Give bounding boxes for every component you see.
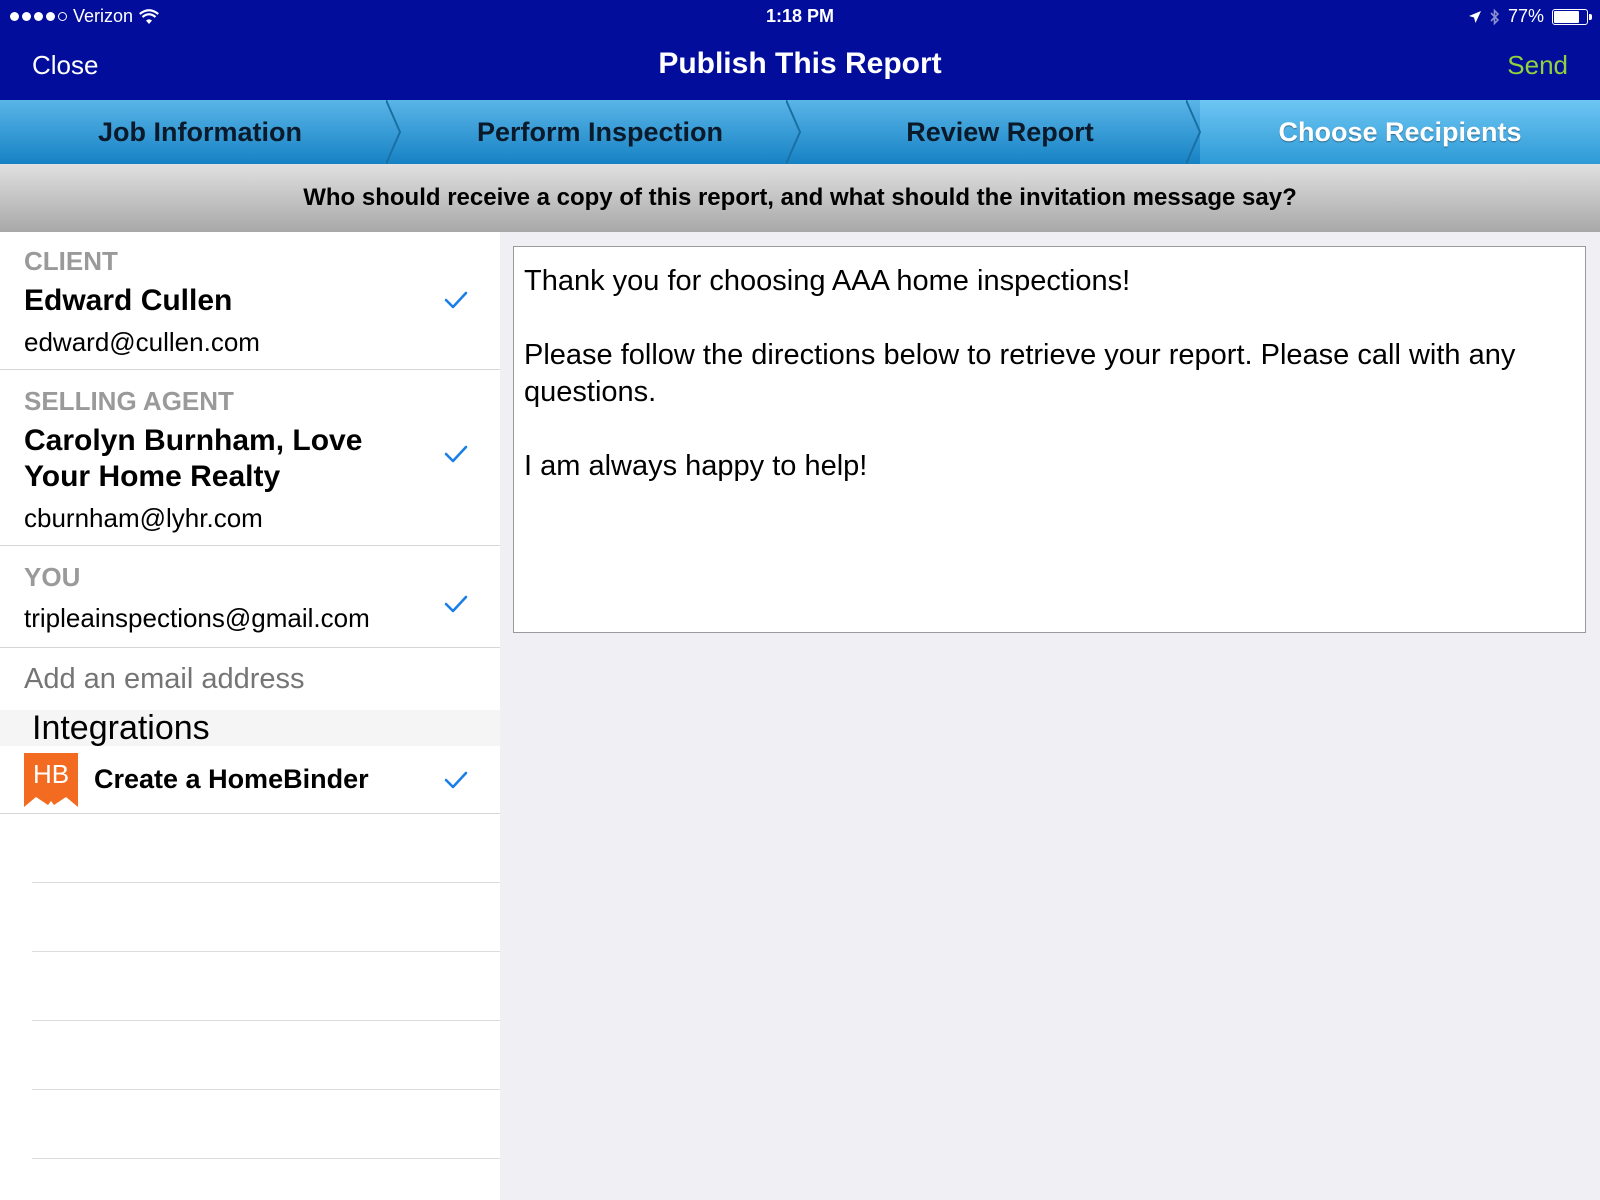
recipient-email: tripleainspections@gmail.com — [24, 603, 370, 633]
recipient-you[interactable]: YOU tripleainspections@gmail.com — [0, 546, 500, 648]
recipient-client[interactable]: CLIENT Edward Cullen edward@cullen.com — [0, 232, 500, 370]
tab-review-report[interactable]: Review Report — [800, 100, 1202, 164]
integrations-header: Integrations — [0, 710, 500, 746]
step-separator-icon — [386, 100, 402, 164]
tab-perform-inspection[interactable]: Perform Inspection — [400, 100, 802, 164]
tab-label: Choose Recipients — [1278, 116, 1522, 147]
integration-label: Create a HomeBinder — [94, 764, 369, 794]
empty-row-divider — [32, 1089, 500, 1090]
bluetooth-icon — [1490, 8, 1500, 25]
send-button[interactable]: Send — [1507, 50, 1568, 81]
tab-label: Perform Inspection — [476, 116, 724, 147]
page-title: Publish This Report — [658, 47, 942, 80]
empty-row-divider — [32, 882, 500, 883]
add-email-input[interactable] — [0, 648, 500, 710]
homebinder-logo-icon: HB — [24, 752, 78, 807]
step-separator-icon — [1186, 100, 1202, 164]
recipient-role: SELLING AGENT — [24, 386, 234, 416]
checkmark-icon[interactable] — [444, 290, 468, 310]
tab-choose-recipients[interactable]: Choose Recipients — [1200, 100, 1600, 164]
step-separator-icon — [786, 100, 802, 164]
status-right: 77% — [1468, 6, 1592, 27]
recipient-role: CLIENT — [24, 246, 118, 276]
location-arrow-icon — [1468, 10, 1481, 23]
integration-homebinder[interactable]: HB Create a HomeBinder — [0, 746, 500, 814]
tab-label: Job Information — [98, 116, 302, 147]
status-time: 1:18 PM — [765, 6, 835, 26]
recipient-selling-agent[interactable]: SELLING AGENT Carolyn Burnham, Love Your… — [0, 370, 500, 546]
battery-percent: 77% — [1507, 6, 1544, 26]
battery-icon — [1552, 8, 1592, 25]
status-bar: Verizon 1:18 PM 77% — [0, 0, 1600, 32]
empty-row-divider — [32, 1020, 500, 1021]
recipient-name: Edward Cullen — [24, 284, 233, 317]
workflow-steps: Job Information Perform Inspection Revie… — [0, 100, 1600, 164]
recipient-name: Carolyn Burnham, Love Your Home Realty — [24, 424, 363, 493]
top-bar: Verizon 1:18 PM 77% Close Publish This R… — [0, 0, 1600, 100]
recipients-panel: CLIENT Edward Cullen edward@cullen.com S… — [0, 232, 500, 1200]
recipient-email: edward@cullen.com — [24, 327, 260, 357]
empty-row-divider — [32, 951, 500, 952]
empty-row-divider — [32, 1158, 500, 1159]
tab-job-information[interactable]: Job Information — [0, 100, 402, 164]
instruction-banner: Who should receive a copy of this report… — [0, 164, 1600, 232]
checkmark-icon[interactable] — [444, 444, 468, 464]
checkmark-icon[interactable] — [444, 594, 468, 614]
recipient-email: cburnham@lyhr.com — [24, 503, 263, 533]
checkmark-icon[interactable] — [444, 770, 468, 790]
homebinder-logo-text: HB — [33, 759, 69, 789]
tab-label: Review Report — [906, 116, 1094, 147]
invitation-message-textarea[interactable]: Thank you for choosing AAA home inspecti… — [513, 246, 1586, 633]
recipient-role: YOU — [24, 562, 81, 592]
